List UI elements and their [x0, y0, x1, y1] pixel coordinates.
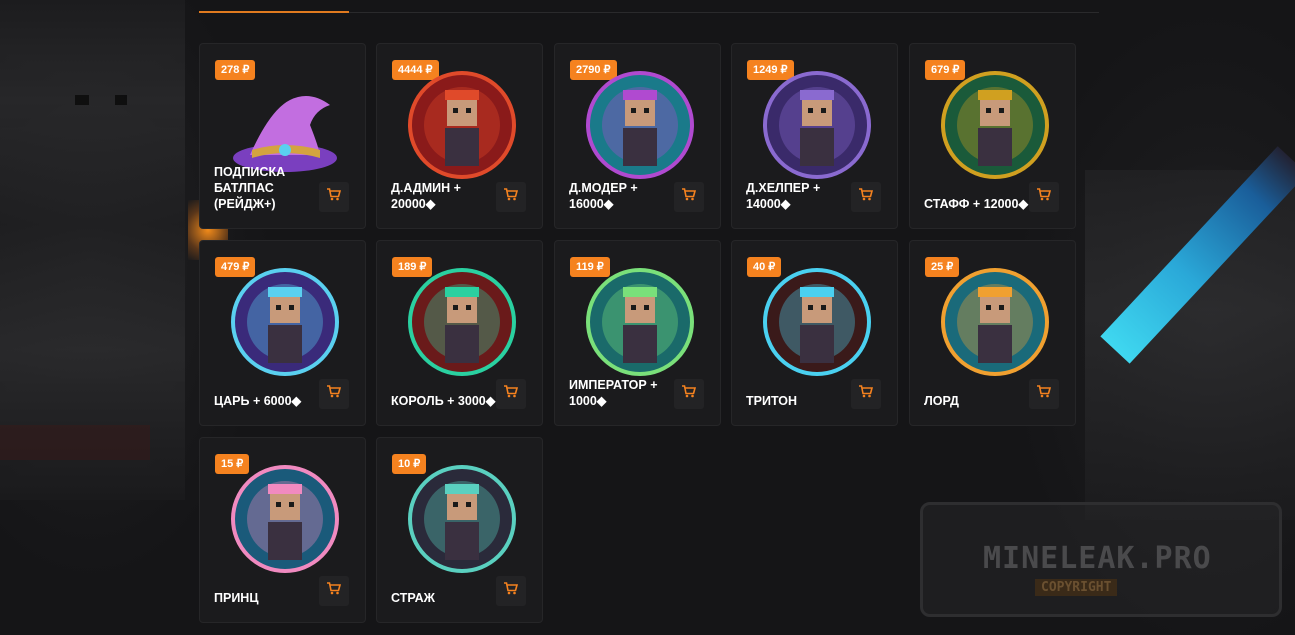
- helper-avatar-icon: [762, 70, 872, 180]
- watermark: MINELEAK.PRO COPYRIGHT: [920, 502, 1282, 617]
- product-card[interactable]: 119 ₽ ИМПЕРАТОР + 1000◆: [554, 240, 721, 426]
- product-name: ЛОРД: [924, 394, 959, 408]
- moder-avatar-icon: [585, 70, 695, 180]
- cart-icon: [859, 188, 874, 206]
- product-card[interactable]: 679 ₽ СТАФФ + 12000◆: [909, 43, 1076, 229]
- product-card[interactable]: 278 ₽ ПОДПИСКА БАТЛПАС (РЕЙДЖ+): [199, 43, 366, 229]
- guard-avatar-icon: [407, 464, 517, 574]
- admin-avatar-icon: [407, 70, 517, 180]
- lord-avatar-icon: [940, 267, 1050, 377]
- product-name: ИМПЕРАТОР + 1000◆: [569, 378, 658, 408]
- add-to-cart-button[interactable]: [496, 379, 526, 409]
- product-card[interactable]: 4444 ₽ Д.АДМИН + 20000◆: [376, 43, 543, 229]
- emperor-avatar-icon: [585, 267, 695, 377]
- cart-icon: [682, 188, 697, 206]
- product-name: Д.АДМИН + 20000◆: [391, 181, 461, 211]
- king-avatar-icon: [407, 267, 517, 377]
- product-card[interactable]: 189 ₽ КОРОЛЬ + 3000◆: [376, 240, 543, 426]
- cart-icon: [859, 385, 874, 403]
- product-name: ПРИНЦ: [214, 591, 259, 605]
- product-card[interactable]: 1249 ₽ Д.ХЕЛПЕР + 14000◆: [731, 43, 898, 229]
- product-name: Д.МОДЕР + 16000◆: [569, 181, 638, 211]
- product-card[interactable]: 25 ₽ ЛОРД: [909, 240, 1076, 426]
- watermark-subtitle: COPYRIGHT: [1035, 579, 1118, 596]
- background-character-left: [0, 0, 185, 500]
- product-name: ТРИТОН: [746, 394, 798, 408]
- cart-icon: [682, 385, 697, 403]
- product-name: ЦАРЬ + 6000◆: [214, 394, 302, 408]
- cart-icon: [504, 582, 519, 600]
- cart-icon: [1037, 385, 1052, 403]
- cart-icon: [1037, 188, 1052, 206]
- product-name: СТРАЖ: [391, 591, 435, 605]
- staff-avatar-icon: [940, 70, 1050, 180]
- cart-icon: [327, 188, 342, 206]
- add-to-cart-button[interactable]: [496, 182, 526, 212]
- cart-icon: [504, 188, 519, 206]
- add-to-cart-button[interactable]: [1029, 182, 1059, 212]
- watermark-title: MINELEAK.PRO: [983, 541, 1212, 576]
- prince-avatar-icon: [230, 464, 340, 574]
- add-to-cart-button[interactable]: [496, 576, 526, 606]
- add-to-cart-button[interactable]: [319, 182, 349, 212]
- product-card[interactable]: 479 ₽ ЦАРЬ + 6000◆: [199, 240, 366, 426]
- add-to-cart-button[interactable]: [319, 576, 349, 606]
- product-card[interactable]: 40 ₽ ТРИТОН: [731, 240, 898, 426]
- product-card[interactable]: 15 ₽ ПРИНЦ: [199, 437, 366, 623]
- cart-icon: [327, 385, 342, 403]
- product-name: Д.ХЕЛПЕР + 14000◆: [746, 181, 821, 211]
- add-to-cart-button[interactable]: [851, 379, 881, 409]
- product-name: СТАФФ + 12000◆: [924, 197, 1029, 211]
- tsar-avatar-icon: [230, 267, 340, 377]
- product-name: КОРОЛЬ + 3000◆: [391, 394, 496, 408]
- add-to-cart-button[interactable]: [319, 379, 349, 409]
- add-to-cart-button[interactable]: [1029, 379, 1059, 409]
- cart-icon: [504, 385, 519, 403]
- add-to-cart-button[interactable]: [674, 182, 704, 212]
- add-to-cart-button[interactable]: [851, 182, 881, 212]
- product-card[interactable]: 2790 ₽ Д.МОДЕР + 16000◆: [554, 43, 721, 229]
- cart-icon: [327, 582, 342, 600]
- product-name: ПОДПИСКА БАТЛПАС (РЕЙДЖ+): [214, 165, 286, 211]
- triton-avatar-icon: [762, 267, 872, 377]
- add-to-cart-button[interactable]: [674, 379, 704, 409]
- product-card[interactable]: 10 ₽ СТРАЖ: [376, 437, 543, 623]
- active-tab-indicator: [199, 11, 349, 13]
